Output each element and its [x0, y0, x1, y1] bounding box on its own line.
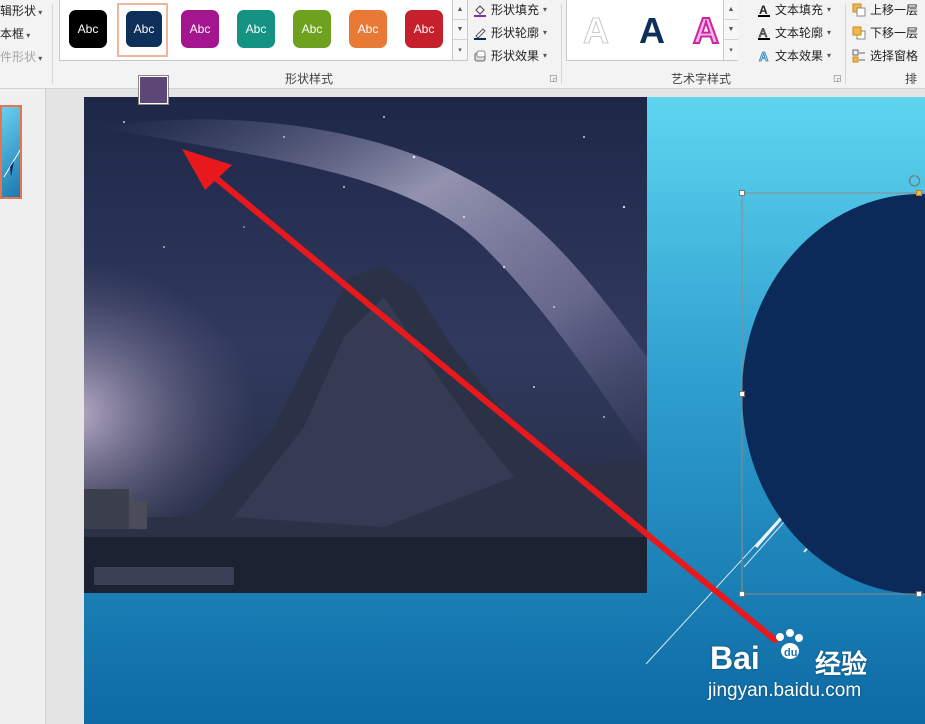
svg-text:A: A [759, 3, 768, 17]
selection-pane-icon [852, 49, 866, 63]
caret-down-icon: ▾ [543, 5, 548, 14]
slide-thumbnail-pane [0, 89, 46, 724]
shape-style-option-3[interactable]: Abc [181, 10, 219, 48]
text-outline-label: 文本轮廓 [775, 26, 824, 40]
shape-fill-command[interactable]: 形状填充 ▾ [473, 1, 547, 18]
watermark-url: jingyan.baidu.com [708, 680, 862, 701]
wordart-gallery-scroll: ▲ ▼ ▾ [723, 0, 738, 60]
group-divider [561, 4, 562, 84]
shape-styles-group-label: 形状样式 [284, 72, 333, 86]
dialog-launcher-icon[interactable]: ◲ [549, 73, 558, 84]
caret-down-icon: ▾ [827, 28, 832, 37]
slide-thumbnail-1[interactable] [0, 105, 22, 199]
selection-pane-label: 选择窗格 [870, 49, 919, 63]
caret-down-icon: ▾ [543, 51, 548, 60]
edit-shape-label: 辑形状 [0, 4, 37, 18]
text-effects-icon: A [757, 48, 771, 64]
caret-down-icon: ▾ [36, 54, 43, 63]
gallery-scroll-up-icon[interactable]: ▲ [453, 0, 467, 20]
group-divider [845, 4, 846, 84]
shape-style-option-6[interactable]: Abc [349, 10, 387, 48]
text-effects-command[interactable]: A 文本效果 ▾ [757, 47, 831, 64]
text-outline-command[interactable]: A 文本轮廓 ▾ [757, 24, 831, 41]
send-backward-icon [852, 26, 866, 40]
bring-forward-label: 上移一层 [870, 3, 919, 17]
shape-styles-gallery: Abc Abc Abc Abc Abc Abc Abc ▲ ▼ ▾ [59, 0, 468, 61]
bring-forward-icon [852, 3, 866, 17]
caret-down-icon: ▾ [827, 51, 832, 60]
edit-shape-command[interactable]: 辑形状 ▾ [0, 2, 42, 19]
night-sky-mountain-photo[interactable] [84, 97, 647, 593]
wordart-styles-group-label: 艺术字样式 [670, 72, 731, 86]
svg-text:A: A [759, 26, 767, 40]
pen-outline-icon [473, 26, 487, 40]
wordart-style-pink-outline[interactable]: A [692, 9, 720, 52]
gallery-scroll-down-icon[interactable]: ▼ [453, 20, 467, 40]
selected-style-frame [117, 3, 168, 57]
wordart-style-plain[interactable]: A [583, 10, 610, 52]
gallery-scroll: ▲ ▼ ▾ [452, 0, 467, 60]
selection-pane-command[interactable]: 选择窗格 [852, 47, 918, 64]
resize-handle[interactable] [916, 591, 922, 597]
svg-text:A: A [759, 49, 769, 63]
send-backward-command[interactable]: 下移一层 [852, 24, 918, 41]
merge-shapes-command[interactable]: 件形状 ▾ [0, 48, 42, 65]
wordart-more-icon[interactable]: ▾ [724, 40, 738, 59]
shape-style-option-1[interactable]: Abc [69, 10, 107, 48]
wordart-styles-gallery: A A A ▲ ▼ ▾ [566, 0, 738, 61]
caret-down-icon: ▾ [827, 5, 832, 14]
watermark-brand-a: Bai [710, 640, 760, 676]
caret-down-icon: ▾ [543, 28, 548, 37]
text-fill-command[interactable]: A 文本填充 ▾ [757, 1, 831, 18]
svg-text:du: du [784, 647, 797, 659]
send-backward-label: 下移一层 [870, 26, 919, 40]
shape-outline-label: 形状轮廓 [491, 26, 540, 40]
merge-shapes-label: 件形状 [0, 50, 37, 64]
resize-handle[interactable] [739, 391, 745, 397]
text-effects-label: 文本效果 [775, 49, 824, 63]
shape-style-option-5[interactable]: Abc [293, 10, 331, 48]
arrange-group-label: 排 [905, 72, 918, 86]
watermark-brand-b: 经验 [815, 649, 868, 679]
text-box-label: 本框 [0, 27, 25, 41]
resize-handle[interactable] [739, 591, 745, 597]
shape-style-option-7[interactable]: Abc [405, 10, 443, 48]
shape-effects-command[interactable]: 形状效果 ▾ [473, 47, 547, 64]
bring-forward-command[interactable]: 上移一层 [852, 1, 918, 18]
caret-down-icon: ▾ [36, 8, 43, 17]
text-fill-label: 文本填充 [775, 3, 824, 17]
caret-down-icon: ▾ [24, 31, 31, 40]
wordart-scroll-up-icon[interactable]: ▲ [724, 0, 738, 20]
resize-handle[interactable] [739, 190, 745, 196]
text-outline-icon: A [757, 25, 771, 40]
color-swatch-preview[interactable] [138, 75, 169, 105]
wordart-scroll-down-icon[interactable]: ▼ [724, 20, 738, 40]
shape-outline-command[interactable]: 形状轮廓 ▾ [473, 24, 547, 41]
shape-style-option-4[interactable]: Abc [237, 10, 275, 48]
shape-fill-label: 形状填充 [491, 3, 540, 17]
paw-icon: du [776, 629, 803, 659]
gallery-more-icon[interactable]: ▾ [453, 40, 467, 59]
paint-bucket-icon [473, 3, 487, 17]
shape-effects-icon [473, 49, 487, 63]
resize-handle[interactable] [916, 190, 922, 196]
shape-effects-label: 形状效果 [491, 49, 540, 63]
text-fill-icon: A [757, 3, 771, 17]
text-box-command[interactable]: 本框 ▾ [0, 25, 30, 42]
wordart-style-dark-blue[interactable]: A [639, 10, 665, 52]
group-divider [52, 4, 53, 84]
dialog-launcher-icon[interactable]: ◲ [833, 73, 842, 84]
